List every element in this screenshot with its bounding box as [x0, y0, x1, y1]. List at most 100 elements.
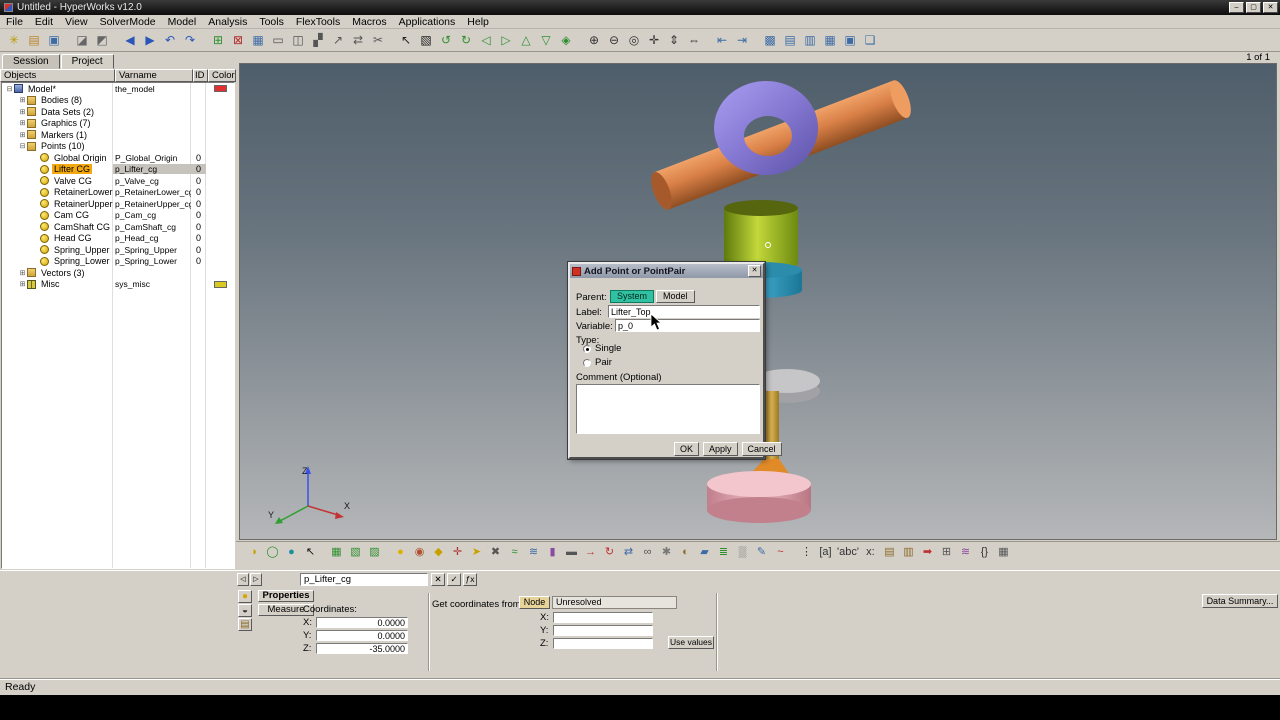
tree-expander-icon[interactable]: ⊞: [18, 108, 27, 116]
tree-item-color-cell[interactable]: [206, 246, 234, 253]
gear-tool-icon[interactable]: ✱: [658, 544, 675, 561]
dialog-title-bar[interactable]: Add Point or PointPair ✕: [570, 264, 763, 278]
wireframe-display-icon[interactable]: ◯: [264, 544, 281, 561]
color-chip[interactable]: [214, 120, 227, 127]
dataset-tool-icon[interactable]: ▤: [881, 544, 898, 561]
tree-item-color-cell[interactable]: [206, 235, 234, 242]
tree-row[interactable]: CamShaft CG p_CamShaft_cg 0: [2, 221, 234, 233]
parent-system-button[interactable]: System: [610, 290, 655, 303]
tree-row[interactable]: ⊞ Misc sys_misc: [2, 279, 234, 291]
next-panel-button[interactable]: ▷: [250, 573, 262, 586]
tree-row[interactable]: ⊞ Bodies (8): [2, 95, 234, 107]
tree-item-varname[interactable]: p_Lifter_cg: [113, 164, 191, 175]
ok-button[interactable]: OK: [674, 442, 700, 456]
color-chip[interactable]: [214, 269, 227, 276]
tree-row[interactable]: Spring_Lower p_Spring_Lower 0: [2, 256, 234, 268]
color-chip[interactable]: [213, 280, 227, 288]
tree-row[interactable]: ⊞ Markers (1): [2, 129, 234, 141]
tree-item-varname[interactable]: P_Global_Origin: [113, 153, 191, 163]
dialog-close-icon[interactable]: ✕: [748, 265, 761, 277]
column-header-objects[interactable]: Objects: [0, 69, 115, 82]
table-tool-icon[interactable]: ▦: [995, 544, 1012, 561]
page-browser-icon[interactable]: ▨: [366, 544, 383, 561]
center-view-icon[interactable]: ⇔: [685, 31, 703, 49]
prev-panel-button[interactable]: ◁: [237, 573, 249, 586]
comment-textarea[interactable]: [576, 384, 760, 434]
window-cascade-icon[interactable]: ▩: [761, 31, 779, 49]
coordinate-input[interactable]: [316, 617, 408, 628]
color-chip[interactable]: [214, 143, 227, 150]
color-chip[interactable]: [214, 97, 227, 104]
zoom-in-icon[interactable]: ⊕: [585, 31, 603, 49]
data-summary-button[interactable]: Data Summary...: [1202, 594, 1278, 608]
solver-units-icon[interactable]: ⋮: [798, 544, 815, 561]
torque-tool-icon[interactable]: ↻: [601, 544, 618, 561]
page-layout-icon[interactable]: ▦: [249, 31, 267, 49]
tree-item-color-cell[interactable]: [206, 269, 234, 276]
view-bottom-icon[interactable]: ▽: [537, 31, 555, 49]
tree-item-color-cell[interactable]: [206, 120, 234, 127]
select-cursor-icon[interactable]: ↖: [397, 31, 415, 49]
valve-head-graphic[interactable]: [707, 471, 811, 523]
fit-model-icon[interactable]: ⇕: [665, 31, 683, 49]
tree-row[interactable]: RetainerUpper CG p_RetainerUpper_cg 0: [2, 198, 234, 210]
color-chip[interactable]: [214, 177, 227, 184]
tree-item-label[interactable]: Model*: [26, 84, 58, 94]
solver-array-icon[interactable]: [a]: [817, 544, 834, 561]
use-values-button[interactable]: Use values: [668, 636, 714, 649]
type-radio-option[interactable]: Pair: [583, 357, 621, 368]
maximize-button[interactable]: ▢: [1246, 2, 1261, 13]
delete-page-icon[interactable]: ⊠: [229, 31, 247, 49]
import-model-icon[interactable]: ◪: [73, 31, 91, 49]
display-half-icon[interactable]: ◒: [238, 604, 252, 617]
tree-item-color-cell[interactable]: [206, 97, 234, 104]
spin-right-icon[interactable]: ↻: [457, 31, 475, 49]
window-close-icon[interactable]: ▣: [841, 31, 859, 49]
tree-expander-icon[interactable]: ⊞: [18, 269, 27, 277]
tree-row[interactable]: ⊞ Graphics (7): [2, 118, 234, 130]
tree-row[interactable]: RetainerLower CG p_RetainerLower_cg 0: [2, 187, 234, 199]
point-tool-icon[interactable]: ●: [392, 544, 409, 561]
field-tool-icon[interactable]: ▒: [734, 544, 751, 561]
tree-item-color-cell[interactable]: [206, 189, 234, 196]
menu-item[interactable]: File: [0, 16, 29, 28]
notebook-icon[interactable]: ▤: [238, 618, 252, 631]
bushing-tool-icon[interactable]: ▮: [544, 544, 561, 561]
curve-tool-icon[interactable]: ~: [772, 544, 789, 561]
tree-item-label[interactable]: Global Origin: [52, 153, 109, 163]
solver-string-icon[interactable]: 'abc': [836, 544, 860, 561]
tree-expander-icon[interactable]: ⊞: [18, 96, 27, 104]
tree-row[interactable]: Global Origin P_Global_Origin 0: [2, 152, 234, 164]
window-tile-horizontal-icon[interactable]: ▤: [781, 31, 799, 49]
tree-item-label[interactable]: Lifter CG: [52, 164, 93, 175]
menu-item[interactable]: View: [59, 16, 94, 28]
pick-entity-icon[interactable]: ↖: [302, 544, 319, 561]
color-chip[interactable]: [214, 258, 227, 265]
tree-item-label[interactable]: Spring_Lower: [52, 256, 112, 266]
tree-expander-icon[interactable]: ⊞: [18, 280, 27, 288]
color-chip[interactable]: [214, 154, 227, 161]
view-iso-icon[interactable]: ◈: [557, 31, 575, 49]
swap-pages-icon[interactable]: ⇄: [349, 31, 367, 49]
spring-tool-icon[interactable]: ≈: [506, 544, 523, 561]
menu-item[interactable]: Edit: [29, 16, 59, 28]
joint-tool-icon[interactable]: ✖: [487, 544, 504, 561]
apply-button[interactable]: Apply: [703, 442, 738, 456]
tree-item-varname[interactable]: sys_misc: [113, 279, 191, 289]
browser-tab[interactable]: Session: [2, 54, 60, 69]
window-grid-icon[interactable]: ▦: [821, 31, 839, 49]
export-model-icon[interactable]: ◩: [93, 31, 111, 49]
window-new-icon[interactable]: ❏: [861, 31, 879, 49]
tree-item-label[interactable]: Head CG: [52, 233, 94, 243]
color-chip[interactable]: [214, 223, 227, 230]
entity-name-input[interactable]: [300, 573, 428, 586]
model-browser-icon[interactable]: ▦: [328, 544, 345, 561]
layout-two-window-icon[interactable]: ◫: [289, 31, 307, 49]
tree-item-color-cell[interactable]: [206, 85, 234, 93]
damper-tool-icon[interactable]: ≋: [525, 544, 542, 561]
menu-item[interactable]: FlexTools: [290, 16, 346, 28]
radio-icon[interactable]: [583, 358, 591, 367]
tree-item-label[interactable]: Graphics (7): [39, 118, 93, 128]
tree-item-color-cell[interactable]: [206, 131, 234, 138]
beam-tool-icon[interactable]: ▬: [563, 544, 580, 561]
